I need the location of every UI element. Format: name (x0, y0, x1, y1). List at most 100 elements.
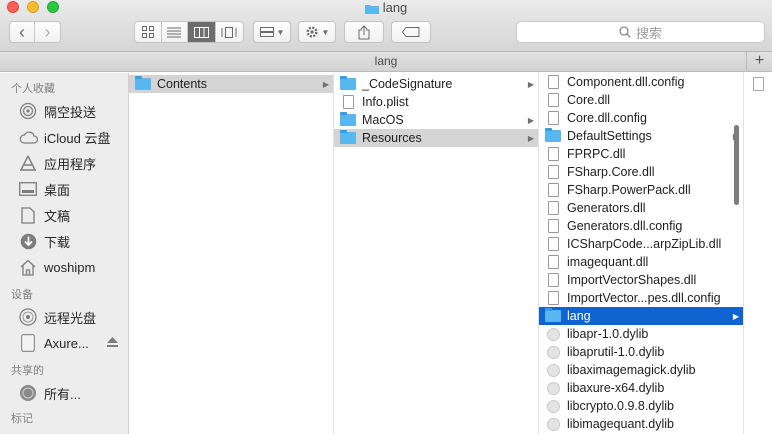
toolbar: lang ‹ › ▼ ▼ 搜索 (0, 0, 772, 52)
library-icon (545, 345, 561, 359)
folder-row[interactable]: lang ▶ (539, 307, 743, 325)
library-icon (545, 417, 561, 431)
add-tab-button[interactable]: + (746, 52, 772, 71)
gear-icon (306, 26, 318, 38)
file-row[interactable]: FSharp.Core.dll (539, 163, 743, 181)
item-name: libaximagemagick.dylib (567, 363, 696, 377)
action-menu-button[interactable]: ▼ (298, 21, 336, 43)
sidebar: 个人收藏 隔空投送 iCloud 云盘 应用程序 桌面 文稿 下载 woshipm 设备 远… (0, 73, 129, 434)
sidebar-item-disc[interactable]: 远程光盘 (0, 304, 128, 330)
sidebar-item-airdrop[interactable]: 隔空投送 (0, 98, 128, 124)
library-icon (545, 327, 561, 341)
drive-icon (18, 333, 38, 353)
list-view-icon (167, 27, 182, 37)
disc-icon (18, 307, 38, 327)
file-row[interactable]: Info.plist (334, 93, 538, 111)
view-mode-control (134, 21, 244, 43)
column-view-icon (193, 26, 209, 38)
search-field[interactable]: 搜索 (516, 21, 765, 43)
sidebar-item-label: 文稿 (44, 208, 71, 224)
file-row[interactable]: FSharp.PowerPack.dll (539, 181, 743, 199)
item-name: Contents (157, 77, 208, 91)
group-by-button[interactable]: ▼ (253, 21, 291, 43)
path-title: lang (374, 54, 398, 68)
file-row[interactable]: Core.dll (539, 91, 743, 109)
search-icon (619, 26, 631, 38)
sidebar-item-label: woshipm (44, 259, 96, 275)
folder-row[interactable]: _CodeSignature ▶ (334, 75, 538, 93)
folder-row[interactable]: Contents ▶ (129, 75, 333, 93)
column-3-scrollbar[interactable] (734, 125, 739, 205)
sidebar-item-label: 应用程序 (44, 156, 97, 172)
share-icon (358, 24, 370, 39)
file-row[interactable]: ImportVector...pes.dll.config (539, 289, 743, 307)
tag-button[interactable] (391, 21, 431, 43)
gallery-view-button[interactable] (216, 22, 243, 42)
file-row[interactable]: libaxure-x64.dylib (539, 379, 743, 397)
disclosure-arrow-icon: ▶ (732, 311, 739, 321)
sidebar-item-label: 桌面 (44, 182, 71, 198)
sidebar-item-drive[interactable]: Axure... (0, 330, 128, 356)
item-name: Info.plist (362, 95, 409, 109)
file-row[interactable]: FPRPC.dll (539, 145, 743, 163)
item-name: lang (567, 309, 591, 323)
item-name: ICSharpCode...arpZipLib.dll (567, 237, 722, 251)
file-row[interactable]: imagequant.dll (539, 253, 743, 271)
chevron-down-icon: ▼ (321, 27, 330, 37)
forward-button[interactable]: › (35, 22, 60, 42)
file-row[interactable]: ImportVectorShapes.dll (539, 271, 743, 289)
item-name: Resources (362, 131, 422, 145)
eject-icon[interactable] (106, 336, 118, 350)
gallery-view-icon (221, 26, 237, 38)
library-icon (545, 399, 561, 413)
icon-view-button[interactable] (135, 22, 162, 42)
sidebar-item-home[interactable]: woshipm (0, 254, 128, 280)
item-name: Generators.dll.config (567, 219, 683, 233)
sidebar-item-download[interactable]: 下载 (0, 228, 128, 254)
document-icon (545, 201, 561, 215)
document-icon (545, 165, 561, 179)
search-placeholder: 搜索 (635, 25, 662, 41)
network-icon (18, 383, 38, 403)
item-name: Generators.dll (567, 201, 646, 215)
download-icon (18, 231, 38, 251)
file-row[interactable]: Core.dll.config (539, 109, 743, 127)
item-name: libaprutil-1.0.dylib (567, 345, 665, 359)
sidebar-item-applications[interactable]: 应用程序 (0, 150, 128, 176)
list-view-button[interactable] (162, 22, 189, 42)
item-name: libimagequant.dylib (567, 417, 675, 431)
item-name: MacOS (362, 113, 404, 127)
file-row[interactable]: libaximagemagick.dylib (539, 361, 743, 379)
document-icon (545, 147, 561, 161)
column-view-button[interactable] (188, 22, 216, 42)
item-name: Core.dll (567, 93, 611, 107)
file-row[interactable]: Generators.dll.config (539, 217, 743, 235)
folder-row[interactable]: MacOS ▶ (334, 111, 538, 129)
sidebar-item-desktop[interactable]: 桌面 (0, 176, 128, 202)
share-button[interactable] (344, 21, 384, 43)
item-name: FSharp.Core.dll (567, 165, 655, 179)
file-row[interactable]: Generators.dll (539, 199, 743, 217)
file-row[interactable]: Component.dll.config (539, 73, 743, 91)
file-row[interactable]: libcrypto.0.9.8.dylib (539, 397, 743, 415)
sidebar-item-documents[interactable]: 文稿 (0, 202, 128, 228)
folder-row[interactable]: Resources ▶ (334, 129, 538, 147)
favorites-heading: 个人收藏 (11, 83, 55, 95)
file-row[interactable]: ICSharpCode...arpZipLib.dll (539, 235, 743, 253)
file-row[interactable]: libapr-1.0.dylib (539, 325, 743, 343)
chevron-down-icon: ▼ (276, 27, 285, 37)
disclosure-arrow-icon: ▶ (527, 133, 534, 143)
group-icon (259, 27, 274, 37)
file-row[interactable]: libimagequant.dylib (539, 415, 743, 433)
folder-row[interactable]: DefaultSettings▶ (539, 127, 743, 145)
sidebar-item-cloud[interactable]: iCloud 云盘 (0, 124, 128, 150)
icon-view-icon (141, 26, 154, 38)
item-name: FSharp.PowerPack.dll (567, 183, 691, 197)
folder-icon (135, 76, 151, 91)
sidebar-item-network[interactable]: 所有... (0, 380, 128, 406)
file-row[interactable]: libaprutil-1.0.dylib (539, 343, 743, 361)
item-name: libaxure-x64.dylib (567, 381, 665, 395)
applications-icon (18, 153, 38, 173)
back-button[interactable]: ‹ (10, 22, 36, 42)
disclosure-arrow-icon: ▶ (527, 115, 534, 125)
